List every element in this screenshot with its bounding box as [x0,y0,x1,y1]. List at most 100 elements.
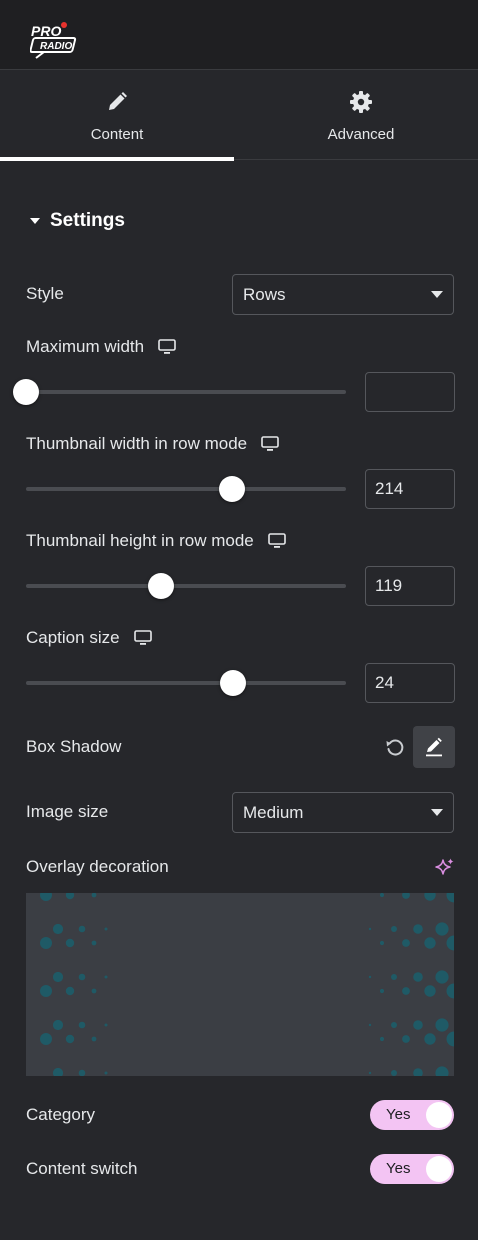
overlay-dot [413,972,423,982]
desktop-icon[interactable] [261,436,279,452]
overlay-dot [446,983,454,999]
overlay-dot [104,927,108,931]
thumb-height-label: Thumbnail height in row mode [26,530,286,552]
toggle-thumb [426,1156,452,1182]
pro-radio-logo[interactable]: PRO RADIO [30,20,86,60]
overlay-dot [424,1033,436,1045]
chevron-down-icon [431,809,443,816]
overlay-dot [104,1023,108,1027]
tab-content[interactable]: Content [0,70,234,161]
content-switch-toggle-text: Yes [386,1160,411,1177]
content-switch-label: Content switch [26,1159,138,1178]
ai-sparkle-icon[interactable] [435,857,455,877]
category-toggle[interactable]: Yes [370,1100,454,1130]
max-width-label: Maximum width [26,336,176,358]
pencil-icon [109,92,127,110]
desktop-icon[interactable] [133,630,152,646]
overlay-dot [368,1023,372,1027]
max-width-slider-handle[interactable] [13,379,39,405]
thumb-height-slider[interactable] [26,573,346,599]
thumb-height-input[interactable]: 119 [365,566,455,606]
overlay-dot [78,973,86,981]
pencil-icon [426,737,442,757]
overlay-dot [368,975,372,979]
overlay-dot [52,971,64,983]
overlay-dot [424,893,436,901]
overlay-dot [435,922,449,936]
tab-advanced-label: Advanced [327,126,395,143]
overlay-dot [446,1031,454,1047]
content-switch-toggle[interactable]: Yes [370,1154,454,1184]
caption-size-slider-handle[interactable] [220,670,247,696]
style-select[interactable]: Rows [232,274,454,315]
gear-icon [350,91,372,113]
overlay-dot [78,925,86,933]
overlay-dot [402,1035,410,1043]
thumb-width-label: Thumbnail width in row mode [26,433,279,455]
overlay-dot [391,1070,397,1076]
thumb-height-slider-handle[interactable] [148,573,175,599]
image-size-select[interactable]: Medium [232,792,454,833]
overlay-dot [413,924,423,934]
overlay-dot [52,1067,64,1076]
svg-text:PRO: PRO [31,23,61,39]
overlay-dot [91,893,97,898]
overlay-dot [402,939,410,947]
top-bar: PRO RADIO [0,0,478,70]
chevron-down-icon [431,291,443,298]
overlay-dot [40,937,52,949]
tab-advanced[interactable]: Advanced [244,70,478,160]
overlay-dot [91,988,97,994]
overlay-dot [65,986,75,996]
reset-icon[interactable] [384,737,406,759]
overlay-dot [379,988,385,994]
overlay-dot [391,1022,397,1028]
image-size-select-value: Medium [243,802,304,822]
overlay-dot [91,1036,97,1042]
settings-section-toggle[interactable]: Settings [30,208,125,234]
overlay-dot [52,923,64,935]
category-label: Category [26,1105,95,1124]
overlay-dot [65,938,75,948]
overlay-dot [379,940,385,946]
box-shadow-edit-button[interactable] [413,726,455,768]
overlay-dot [379,893,385,898]
overlay-dot [368,1071,372,1075]
thumb-width-slider[interactable] [26,476,346,502]
overlay-dot [391,926,397,932]
style-label: Style [26,284,64,303]
max-width-input[interactable] [365,372,455,412]
overlay-dot [446,935,454,951]
max-width-slider[interactable] [13,379,346,405]
caret-down-icon [30,218,40,224]
overlay-label: Overlay decoration [26,857,169,876]
overlay-dot [40,985,52,997]
toggle-thumb [426,1102,452,1128]
overlay-dots-image [40,893,454,1076]
overlay-dot [379,1036,385,1042]
overlay-dot [52,1019,64,1031]
overlay-dot [402,893,410,899]
overlay-dot [391,974,397,980]
overlay-preview[interactable] [26,893,454,1076]
svg-text:RADIO: RADIO [40,41,72,52]
overlay-dot [40,893,52,901]
box-shadow-label: Box Shadow [26,737,122,756]
thumb-width-input[interactable]: 214 [365,469,455,509]
overlay-dot [446,893,454,903]
section-title: Settings [50,210,125,231]
desktop-icon[interactable] [267,533,286,549]
caption-size-label: Caption size [26,627,152,649]
overlay-dot [413,1020,423,1030]
overlay-dot [435,970,449,984]
overlay-dot [435,1066,449,1076]
overlay-dot [65,1034,75,1044]
tab-content-label: Content [90,126,144,143]
caption-size-input[interactable]: 24 [365,663,455,703]
style-select-value: Rows [243,284,286,304]
overlay-dot [104,975,108,979]
desktop-icon[interactable] [158,339,176,355]
overlay-dot [78,1069,86,1076]
thumb-width-slider-handle[interactable] [218,476,245,502]
caption-size-slider[interactable] [26,670,346,696]
